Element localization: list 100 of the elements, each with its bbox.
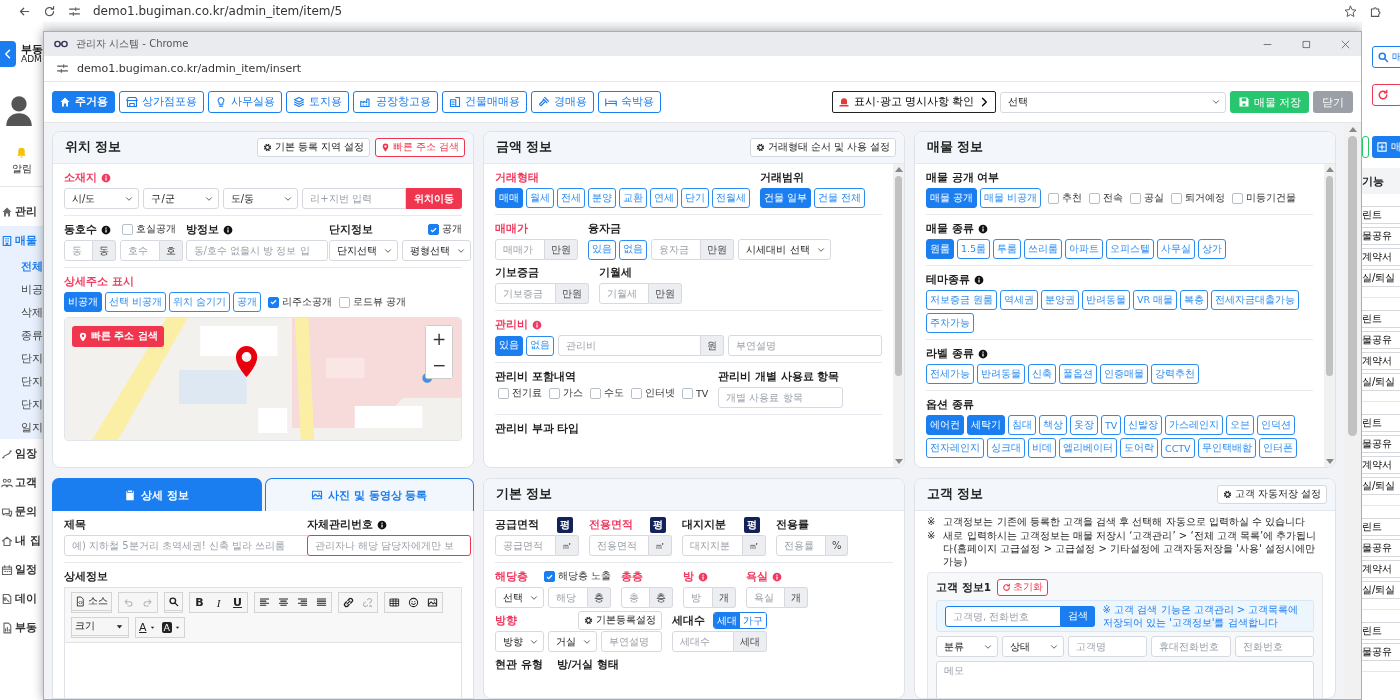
option-button[interactable]: 침대: [1008, 415, 1036, 435]
action-button[interactable]: 린트: [1362, 518, 1400, 536]
option-button[interactable]: 건물 일부: [760, 188, 812, 208]
action-button[interactable]: 계약서: [1362, 352, 1400, 370]
save-button[interactable]: 매물 저장: [1229, 91, 1309, 113]
sidebar-item[interactable]: 내 집: [0, 526, 43, 555]
option-button[interactable]: 오븐: [1226, 415, 1255, 435]
sidebar-item[interactable]: 관리: [0, 197, 43, 226]
option-button[interactable]: 연세: [650, 188, 678, 208]
unit-badge[interactable]: 평: [743, 516, 760, 533]
option-button[interactable]: 복층: [1180, 290, 1209, 310]
option-button[interactable]: 전세자금대출가능: [1211, 290, 1300, 310]
settings-button[interactable]: 거래형태 순서 및 사용 설정: [749, 138, 896, 157]
action-button[interactable]: 물공유: [1362, 435, 1400, 453]
action-button[interactable]: 린트: [1362, 622, 1400, 640]
option-button[interactable]: 인증매물: [1100, 364, 1148, 384]
bold-button[interactable]: B: [190, 593, 209, 612]
option-button[interactable]: 매물 공개: [926, 188, 978, 208]
option-button[interactable]: VR 매물: [1133, 290, 1178, 310]
checkbox[interactable]: [682, 388, 693, 399]
action-button[interactable]: 린트: [1362, 206, 1400, 224]
option-button[interactable]: 상가: [1198, 239, 1227, 259]
option-button[interactable]: 있음: [495, 335, 523, 356]
option-button[interactable]: 교환: [619, 188, 647, 208]
category-tab[interactable]: 공장창고용: [353, 91, 438, 113]
option-button[interactable]: 반려동물: [977, 364, 1025, 384]
category-tab[interactable]: 사무실용: [208, 91, 282, 113]
checkbox[interactable]: [498, 388, 509, 399]
option-button[interactable]: 신축: [1028, 364, 1056, 384]
option-button[interactable]: 투룸: [993, 239, 1022, 259]
option-button[interactable]: 있음: [588, 239, 617, 260]
action-button[interactable]: 실/퇴실: [1362, 373, 1400, 391]
settings-button[interactable]: 기본 등록 지역 설정: [256, 138, 370, 157]
option-button[interactable]: 월세: [526, 188, 554, 208]
option-button[interactable]: 저보증금 원룸: [926, 290, 998, 310]
category-tab[interactable]: 토지용: [286, 91, 349, 113]
highlight-color-button[interactable]: A: [158, 618, 185, 637]
option-button[interactable]: 싱크대: [987, 438, 1025, 458]
action-button[interactable]: 물공유: [1362, 331, 1400, 349]
checkbox[interactable]: [1048, 192, 1060, 204]
action-button[interactable]: 린트: [1362, 310, 1400, 328]
option-button[interactable]: 에어컨: [926, 415, 964, 435]
checkbox[interactable]: [543, 571, 555, 582]
sidebar-item[interactable]: 문의: [0, 497, 43, 526]
option-button[interactable]: 가스레인지: [1165, 415, 1224, 435]
sidebar-subitem[interactable]: 종류: [0, 324, 43, 347]
option-button[interactable]: 원룸: [926, 239, 954, 259]
select-field[interactable]: 구/군: [143, 188, 219, 209]
close-button[interactable]: 닫기: [1313, 91, 1353, 113]
checkbox[interactable]: [339, 296, 351, 308]
select-field[interactable]: 도/동: [222, 188, 299, 209]
category-tab[interactable]: 상가점포용: [119, 91, 204, 113]
input-field[interactable]: 관리자나 해당 담당자에게만 보: [306, 535, 471, 556]
action-button[interactable]: [1362, 136, 1369, 158]
option-button[interactable]: 쓰리룸: [1024, 239, 1063, 259]
option-button[interactable]: 인터폰: [1258, 438, 1297, 458]
option-button[interactable]: 오피스텔: [1106, 239, 1155, 259]
option-button[interactable]: 사무실: [1157, 239, 1196, 259]
option-button[interactable]: 강력추천: [1151, 364, 1199, 384]
option-button[interactable]: 단기: [681, 188, 709, 208]
option-button[interactable]: 아파트: [1065, 239, 1104, 259]
category-tab[interactable]: 주거용: [52, 91, 115, 113]
address-bar-url[interactable]: demo1.bugiman.co.kr/admin_item/item/5: [93, 4, 343, 18]
underline-button[interactable]: U: [228, 593, 247, 612]
settings-button[interactable]: 고객 자동저장 설정: [1216, 485, 1327, 504]
option-button[interactable]: 주차가능: [926, 313, 974, 333]
option-button[interactable]: 전월세: [712, 188, 750, 208]
checkbox[interactable]: [1232, 192, 1244, 204]
quick-search-button[interactable]: 빠른 주소 검색: [72, 326, 164, 347]
option-button[interactable]: 공개: [233, 292, 262, 312]
option-button[interactable]: 건물 전체: [814, 188, 866, 208]
tab[interactable]: 상세 정보: [52, 478, 262, 511]
checkbox[interactable]: [122, 224, 133, 235]
search-button[interactable]: 검색: [1060, 605, 1095, 627]
select-field[interactable]: 분류: [936, 636, 998, 657]
checkbox[interactable]: [549, 388, 560, 399]
option-button[interactable]: 선택 비공개: [105, 292, 167, 312]
option-button[interactable]: 분양권: [1041, 290, 1080, 310]
tab[interactable]: 사진 및 동영상 등록: [264, 478, 474, 511]
sidebar-subitem[interactable]: 단지: [0, 370, 43, 393]
sidebar-subitem[interactable]: 비공: [0, 278, 43, 301]
option-button[interactable]: TV: [1101, 415, 1122, 435]
option-button[interactable]: 매매: [495, 188, 523, 208]
checkbox[interactable]: [631, 388, 642, 399]
scrollbar[interactable]: [1324, 164, 1335, 467]
unit-badge[interactable]: 평: [650, 516, 667, 533]
category-tab[interactable]: 건물매매용: [442, 91, 527, 113]
option-button[interactable]: 엘리베이터: [1059, 438, 1117, 458]
option-button[interactable]: 옷장: [1070, 415, 1098, 435]
option-button[interactable]: 비데: [1028, 438, 1056, 458]
sidebar-subitem[interactable]: 전체: [0, 255, 43, 278]
italic-button[interactable]: I: [209, 593, 228, 612]
option-button[interactable]: 인덕션: [1257, 415, 1296, 435]
select-field[interactable]: 시세대비 선택: [738, 239, 831, 260]
settings-button[interactable]: 기본등록설정: [577, 611, 662, 630]
select-field[interactable]: 방향: [495, 631, 544, 652]
search-field[interactable]: 고객명, 전화번호: [945, 605, 1061, 627]
category-tab[interactable]: 경매용: [531, 91, 594, 113]
sidebar-item[interactable]: 매물: [0, 226, 43, 255]
text-editor[interactable]: 소스 B I U 크기 A A: [64, 587, 462, 698]
